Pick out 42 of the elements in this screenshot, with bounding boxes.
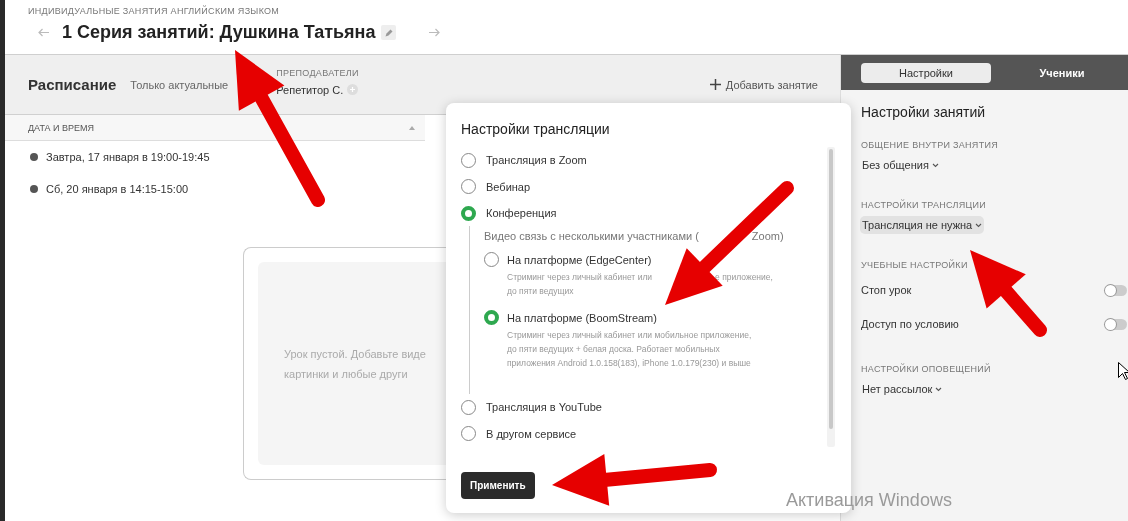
group-note: Видео связь с несколькими участниками ( <box>484 230 699 243</box>
dropdown[interactable]: Без общения <box>860 156 941 174</box>
column-header[interactable]: ДАТА И ВРЕМЯ <box>28 122 95 133</box>
lesson-datetime[interactable]: Сб, 20 января в 14:15-15:00 <box>46 183 189 195</box>
dropdown[interactable]: Нет рассылок <box>860 380 945 398</box>
course-subtitle: ИНДИВИДУАЛЬНЫЕ ЗАНЯТИЯ АНГЛИЙСКИМ ЯЗЫКОМ <box>28 6 281 16</box>
option-description: до пяти ведущих <box>507 285 574 299</box>
dialog-title: Настройки трансляции <box>461 121 611 137</box>
radio-option[interactable]: Конференция <box>461 199 819 227</box>
teachers-label: ПРЕПОДАВАТЕЛИ <box>276 67 359 78</box>
panel-title: Настройки занятий <box>861 104 987 120</box>
option-description: приложения Android 1.0.158(183), iPhone 1.0.179(230) и выше <box>507 357 751 371</box>
add-lesson-button[interactable]: Добавить занятие <box>707 76 820 93</box>
teacher-name: Репетитор С. <box>276 83 344 96</box>
toggle-label: Доступ по условию <box>861 318 959 330</box>
radio-option[interactable]: В другом сервисе <box>461 420 819 447</box>
page-title: 1 Серия занятий: Душкина Татьяна <box>62 22 376 43</box>
panel-tab[interactable]: Ученики <box>997 62 1127 83</box>
radio-option[interactable]: Вебинар <box>461 173 819 200</box>
option-description: до пяти ведущих + белая доска. Работает мобильных <box>507 343 720 357</box>
panel-tab[interactable]: Настройки <box>861 62 991 83</box>
section-label: НАСТРОЙКИ ОПОВЕЩЕНИЙ <box>861 364 992 374</box>
dropdown[interactable]: Трансляция не нужна <box>860 216 985 234</box>
empty-lesson-text: Урок пустой. Добавьте виде <box>284 347 427 360</box>
radio-option[interactable]: Трансляция в YouTube <box>461 394 819 421</box>
option-description: Стриминг через личный кабинет или <box>507 271 653 285</box>
option-description: Стриминг через личный кабинет или мобильное приложение, <box>507 329 752 343</box>
radio-option[interactable]: На платформе (EdgeCenter) <box>484 252 819 268</box>
group-note: Zoom) <box>751 230 784 243</box>
schedule-title: Расписание <box>28 76 117 93</box>
apply-button[interactable]: Применить <box>461 472 535 499</box>
lesson-datetime[interactable]: Завтра, 17 января в 19:00-19:45 <box>46 151 210 163</box>
empty-lesson-text: картинки и любые други <box>284 367 409 380</box>
radio-option[interactable]: На платформе (BoomStream) <box>484 310 819 326</box>
filter-link[interactable]: Только актуальные <box>130 78 229 91</box>
option-description: е приложение, <box>715 271 773 285</box>
toggle-label: Стоп урок <box>861 284 912 296</box>
section-label: УЧЕБНЫЕ НАСТРОЙКИ <box>861 260 969 270</box>
windows-activation-notice: Активация Windows <box>786 490 952 511</box>
radio-option[interactable]: Трансляция в Zoom <box>461 147 819 174</box>
section-label: ОБЩЕНИЕ ВНУТРИ ЗАНЯТИЯ <box>861 140 999 150</box>
section-label: НАСТРОЙКИ ТРАНСЛЯЦИИ <box>861 200 988 210</box>
